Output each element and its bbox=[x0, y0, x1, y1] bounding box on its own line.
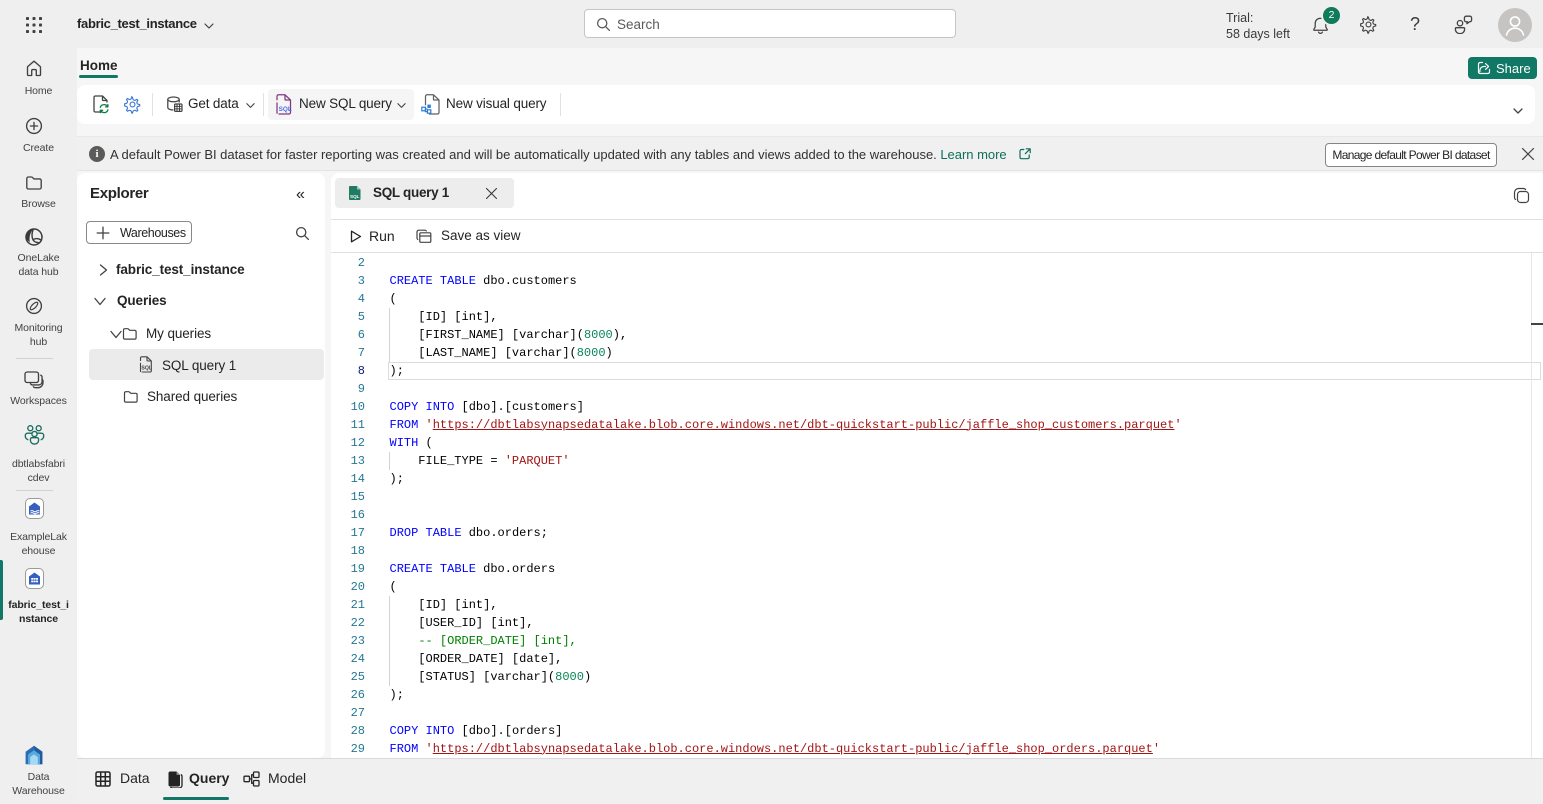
svg-text:SQL: SQL bbox=[141, 366, 152, 372]
svg-text:SQL: SQL bbox=[350, 194, 360, 199]
svg-text:SQL: SQL bbox=[279, 106, 292, 113]
